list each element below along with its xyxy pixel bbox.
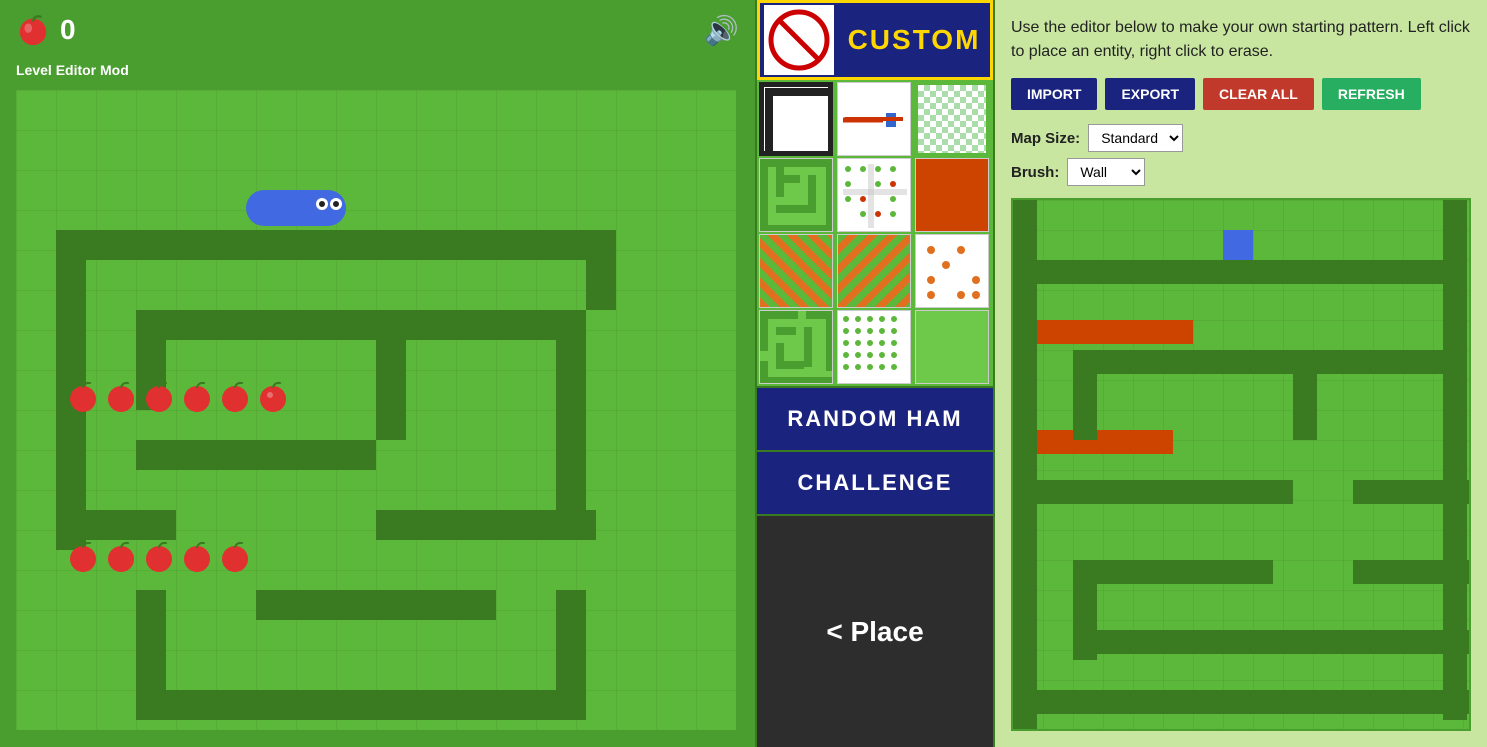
import-button[interactable]: IMPORT	[1011, 78, 1097, 110]
editor-snake	[1223, 230, 1253, 260]
ewall	[1073, 560, 1273, 584]
wall	[56, 230, 616, 260]
score-display: 0	[60, 14, 76, 46]
pattern-checker[interactable]	[915, 82, 989, 156]
pattern-solid-orange[interactable]	[915, 158, 989, 232]
map-settings: Map Size: Standard Small Large Brush: Wa…	[1011, 124, 1471, 186]
apples-row1	[66, 380, 290, 414]
score-area: 0	[16, 13, 76, 47]
ewall	[1293, 350, 1317, 440]
sound-icon[interactable]: 🔊	[704, 14, 739, 47]
wall	[136, 440, 376, 470]
snake-eye-left	[316, 198, 328, 210]
wall	[376, 340, 406, 440]
map-size-row: Map Size: Standard Small Large	[1011, 124, 1471, 152]
pattern-sparse-dots[interactable]	[915, 234, 989, 308]
ewall	[1013, 200, 1037, 731]
map-size-select[interactable]: Standard Small Large	[1088, 124, 1183, 152]
place-button[interactable]: < Place	[757, 514, 993, 747]
level-label: Level Editor Mod	[0, 60, 755, 86]
snake	[246, 190, 346, 226]
editor-canvas[interactable]	[1011, 198, 1471, 731]
challenge-button[interactable]: CHALLENGE	[757, 450, 993, 514]
wall	[56, 230, 86, 390]
brush-label: Brush:	[1011, 164, 1059, 181]
custom-label: CUSTOM	[838, 24, 990, 56]
ewall	[1443, 200, 1467, 720]
pattern-maze1[interactable]	[759, 158, 833, 232]
pattern-border[interactable]	[759, 82, 833, 156]
pattern-grid	[757, 80, 993, 386]
pattern-empty[interactable]	[915, 310, 989, 384]
pattern-line[interactable]	[837, 82, 911, 156]
wall	[136, 310, 556, 340]
game-canvas[interactable]	[16, 90, 736, 730]
wall	[256, 590, 496, 620]
brush-select[interactable]: Wall Apple Snake Erase	[1067, 158, 1145, 186]
toolbar: IMPORT EXPORT CLEAR ALL REFRESH	[1011, 78, 1471, 110]
right-panel: Use the editor below to make your own st…	[995, 0, 1487, 747]
map-size-label: Map Size:	[1011, 130, 1080, 147]
ewall	[1073, 350, 1443, 374]
export-button[interactable]: EXPORT	[1105, 78, 1195, 110]
wall	[586, 230, 616, 310]
clear-all-button[interactable]: CLEAR ALL	[1203, 78, 1314, 110]
ewall	[1013, 690, 1471, 714]
pattern-diagonal2[interactable]	[837, 234, 911, 308]
apple-icon	[16, 13, 50, 47]
apples-row2	[66, 540, 252, 574]
game-panel: 0 🔊 Level Editor Mod	[0, 0, 755, 747]
no-sign-icon	[764, 5, 834, 75]
custom-button[interactable]: CUSTOM	[757, 0, 993, 80]
ewall	[1073, 630, 1471, 654]
wall	[556, 310, 586, 510]
pattern-speckle[interactable]	[837, 310, 911, 384]
middle-panel: CUSTOM	[755, 0, 995, 747]
random-ham-button[interactable]: RANDOM HAM	[757, 386, 993, 450]
pattern-diagonal1[interactable]	[759, 234, 833, 308]
wall	[136, 690, 586, 720]
snake-eye-right	[330, 198, 342, 210]
editor-bar2	[1033, 430, 1173, 454]
brush-row: Brush: Wall Apple Snake Erase	[1011, 158, 1471, 186]
wall	[56, 390, 86, 550]
game-header: 0 🔊	[0, 0, 755, 60]
ewall	[1013, 480, 1293, 504]
wall	[376, 510, 596, 540]
editor-bar1	[1033, 320, 1193, 344]
instructions-text: Use the editor below to make your own st…	[1011, 16, 1471, 64]
refresh-button[interactable]: REFRESH	[1322, 78, 1421, 110]
pattern-maze2[interactable]	[759, 310, 833, 384]
ewall	[1073, 350, 1097, 440]
ewall	[1013, 260, 1453, 284]
pattern-dots1[interactable]	[837, 158, 911, 232]
